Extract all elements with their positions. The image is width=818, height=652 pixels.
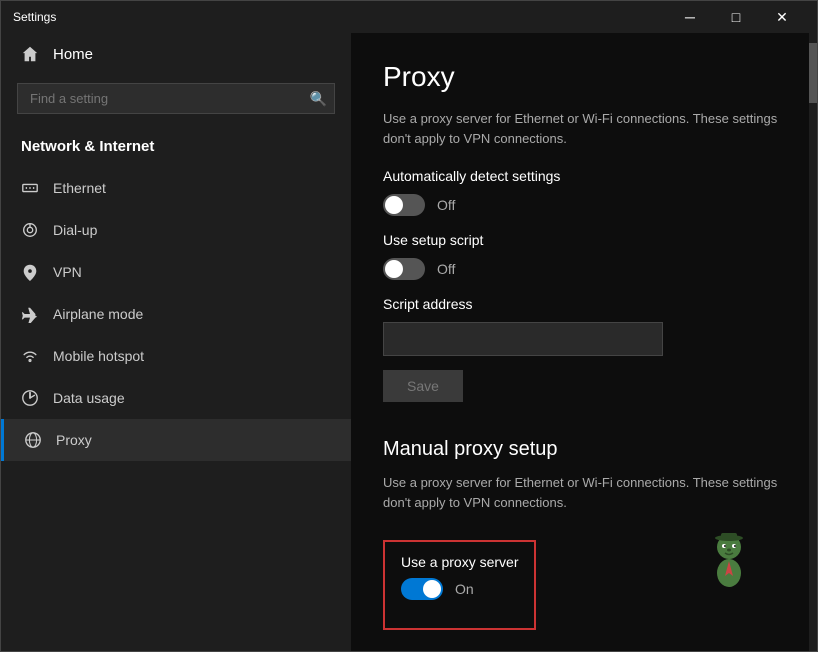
sidebar-item-vpn[interactable]: VPN [1, 251, 351, 293]
setup-script-state: Off [437, 261, 455, 277]
script-address-label: Script address [383, 296, 785, 312]
use-proxy-toggle[interactable] [401, 578, 443, 600]
airplane-icon [21, 305, 39, 323]
scrollbar-thumb[interactable] [809, 43, 817, 103]
minimize-button[interactable]: ─ [667, 1, 713, 33]
home-label: Home [53, 46, 93, 63]
window-controls: ─ □ ✕ [667, 1, 805, 33]
auto-detect-row: Off [383, 194, 785, 216]
window-title: Settings [13, 10, 667, 24]
manual-description: Use a proxy server for Ethernet or Wi-Fi… [383, 473, 785, 512]
setup-script-label: Use setup script [383, 232, 785, 248]
search-box: 🔍 [17, 83, 335, 114]
sidebar-item-proxy[interactable]: Proxy [1, 419, 351, 461]
nav-category: Network & Internet [1, 130, 351, 167]
sidebar-item-dialup[interactable]: Dial-up [1, 209, 351, 251]
home-icon [21, 45, 39, 63]
vpn-label: VPN [53, 264, 82, 280]
sidebar-item-ethernet[interactable]: Ethernet [1, 167, 351, 209]
mascot-svg [701, 531, 757, 591]
hotspot-icon [21, 347, 39, 365]
sidebar-item-airplane[interactable]: Airplane mode [1, 293, 351, 335]
hotspot-label: Mobile hotspot [53, 348, 144, 364]
sidebar: Home 🔍 Network & Internet Ethernet [1, 33, 351, 651]
dialup-label: Dial-up [53, 222, 97, 238]
search-button[interactable]: 🔍 [310, 90, 327, 107]
vpn-icon [21, 263, 39, 281]
use-proxy-label: Use a proxy server [401, 554, 518, 570]
mascot-image [701, 531, 757, 591]
setup-script-knob [385, 260, 403, 278]
ethernet-icon [21, 179, 39, 197]
use-proxy-knob [423, 580, 441, 598]
ethernet-label: Ethernet [53, 180, 106, 196]
airplane-label: Airplane mode [53, 306, 143, 322]
setup-script-toggle[interactable] [383, 258, 425, 280]
use-proxy-row: On [401, 578, 518, 600]
sidebar-item-hotspot[interactable]: Mobile hotspot [1, 335, 351, 377]
auto-detect-label: Automatically detect settings [383, 168, 785, 184]
sidebar-item-datausage[interactable]: Data usage [1, 377, 351, 419]
use-proxy-state: On [455, 581, 474, 597]
proxy-label: Proxy [56, 432, 92, 448]
search-input[interactable] [17, 83, 335, 114]
scrollbar-track[interactable] [809, 33, 817, 651]
close-button[interactable]: ✕ [759, 1, 805, 33]
sidebar-home[interactable]: Home [1, 33, 351, 75]
proxy-icon [24, 431, 42, 449]
content-area: Home 🔍 Network & Internet Ethernet [1, 33, 817, 651]
manual-section-title: Manual proxy setup [383, 438, 785, 461]
title-bar: Settings ─ □ ✕ [1, 1, 817, 33]
main-content: Proxy Use a proxy server for Ethernet or… [351, 33, 817, 651]
dialup-icon [21, 221, 39, 239]
save-button[interactable]: Save [383, 370, 463, 402]
maximize-button[interactable]: □ [713, 1, 759, 33]
auto-description: Use a proxy server for Ethernet or Wi-Fi… [383, 109, 785, 148]
datausage-icon [21, 389, 39, 407]
script-address-input[interactable] [383, 322, 663, 356]
auto-detect-state: Off [437, 197, 455, 213]
page-title: Proxy [383, 61, 785, 93]
settings-window: Settings ─ □ ✕ Home 🔍 Network & Internet [0, 0, 818, 652]
auto-detect-toggle[interactable] [383, 194, 425, 216]
setup-script-row: Off [383, 258, 785, 280]
datausage-label: Data usage [53, 390, 125, 406]
proxy-server-box: Use a proxy server On [383, 540, 536, 630]
auto-detect-knob [385, 196, 403, 214]
